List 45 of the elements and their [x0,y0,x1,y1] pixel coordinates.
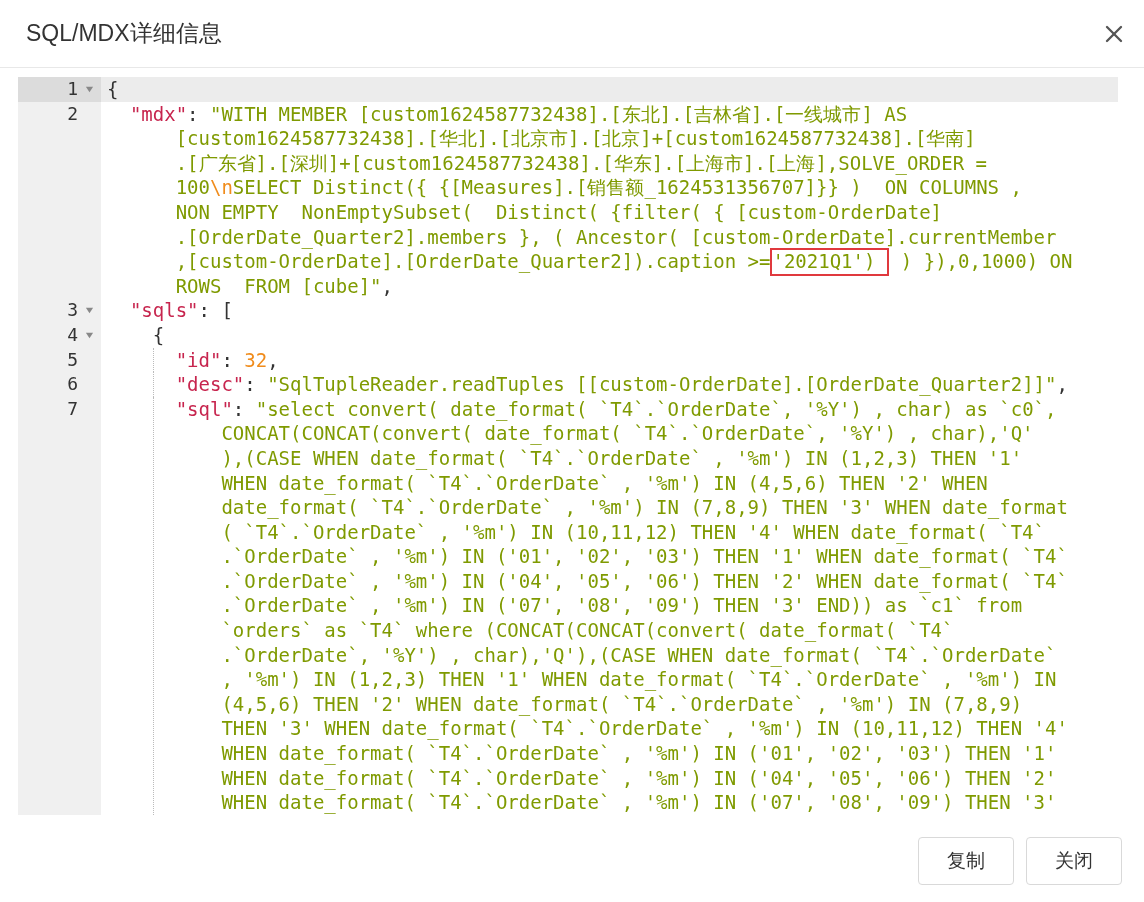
code-line: WHEN date_format( `T4`.`OrderDate` , '%m') IN (4,5,6) THEN '2' WHEN [221,471,988,494]
code-line: ROWS FROM [cube]", [175,274,393,297]
code-line: "mdx": "WITH MEMBER [custom1624587732438].[东北].[吉林省].[一线城市] AS [128,102,908,125]
code-line: "desc": "SqlTupleReader.readTuples [[custom-OrderDate].[OrderDate_Quarter2]]", [174,373,1068,396]
code-line: "sql": "select convert( date_format( `T4`.`OrderDate`, '%Y') , char) as `c0`, [174,397,1057,420]
code-line: .[OrderDate_Quarter2].members }, ( Ancestor( [custom-OrderDate].currentMember [175,225,1057,248]
code-line: ( `T4`.`OrderDate` , '%m') IN (10,11,12) THEN '4' WHEN date_format( `T4` [221,520,1045,543]
dialog-title: SQL/MDX详细信息 [26,19,222,49]
code-line: .`OrderDate` , '%m') IN ('07', '08', '09') THEN '3' END)) as `c1` from [221,594,1023,617]
line-number: 1 [66,77,78,101]
code-line: , '%m') IN (1,2,3) THEN '1' WHEN date_format( `T4`.`OrderDate` , '%m') IN [221,668,1057,691]
line-number: 6 [66,372,78,397]
line-number: 4 [66,323,78,347]
code-text: ,[custom-OrderDate].[OrderDate_Quarter2]).caption >= [175,250,771,273]
code-line: `orders` as `T4` where (CONCAT(CONCAT(convert( date_format( `T4` [221,619,954,642]
code-line: WHEN date_format( `T4`.`OrderDate` , '%m') IN ('04', '05', '06') THEN '2' [221,766,1057,789]
code-line: WHEN date_format( `T4`.`OrderDate` , '%m') IN ('01', '02', '03') THEN '1' [221,742,1057,765]
code-line: .`OrderDate`, '%Y') , char),'Q'),(CASE WHEN date_format( `T4`.`OrderDate` [221,643,1057,666]
line-number: 2 [66,101,78,126]
code-line: WHEN date_format( `T4`.`OrderDate` , '%m') IN ('07', '08', '09') THEN '3' [221,791,1057,814]
code-line: { [151,323,165,346]
code-text: ) }),0,1000) ON [899,250,1073,273]
code-line: "sqls": [ [128,299,233,322]
code-line: 100\nSELECT Distinct({ {[Measures].[销售额_1624531356707]}} ) ON COLUMNS , [175,176,1022,199]
code-line: date_format( `T4`.`OrderDate` , '%m') IN (7,8,9) THEN '3' WHEN date_format [221,496,1068,519]
caret-down-icon[interactable] [85,306,94,316]
code-line: .`OrderDate` , '%m') IN ('04', '05', '06') THEN '2' WHEN date_format( `T4` [221,569,1068,592]
code-line: (4,5,6) THEN '2' WHEN date_format( `T4`.`OrderDate` , '%m') IN (7,8,9) [221,692,1023,715]
code-line: NON EMPTY NonEmptySubset( Distinct( {filter( { [custom-OrderDate] [175,200,943,223]
line-number: 5 [66,347,78,372]
code-line: .[广东省].[深圳]+[custom1624587732438].[华东].[上海市].[上海],SOLVE_ORDER = [175,151,987,174]
caret-down-icon[interactable] [85,84,94,94]
code-line: ),(CASE WHEN date_format( `T4`.`OrderDate` , '%m') IN (1,2,3) THEN '1' [221,446,1023,469]
dialog-button[interactable]: 关闭 [1026,837,1122,885]
code-line: THEN '3' WHEN date_format( `T4`.`OrderDate` , '%m') IN (10,11,12) THEN '4' [221,717,1068,740]
code-line: CONCAT(CONCAT(convert( date_format( `T4`.`OrderDate`, '%Y') , char),'Q' [221,422,1034,445]
line-number: 3 [66,298,78,323]
caret-down-icon[interactable] [85,330,94,340]
line-number: 7 [66,396,78,421]
code-line: [custom1624587732438].[华北].[北京市].[北京]+[custom1624587732438].[华南] [175,127,976,150]
dialog-button[interactable]: 复制 [918,837,1014,885]
code-line: .`OrderDate` , '%m') IN ('01', '02', '03') THEN '1' WHEN date_format( `T4` [221,545,1068,568]
highlight-box: '2021Q1') [770,248,890,277]
code-line: { [107,78,119,100]
code-line: "id": 32, [174,348,279,371]
